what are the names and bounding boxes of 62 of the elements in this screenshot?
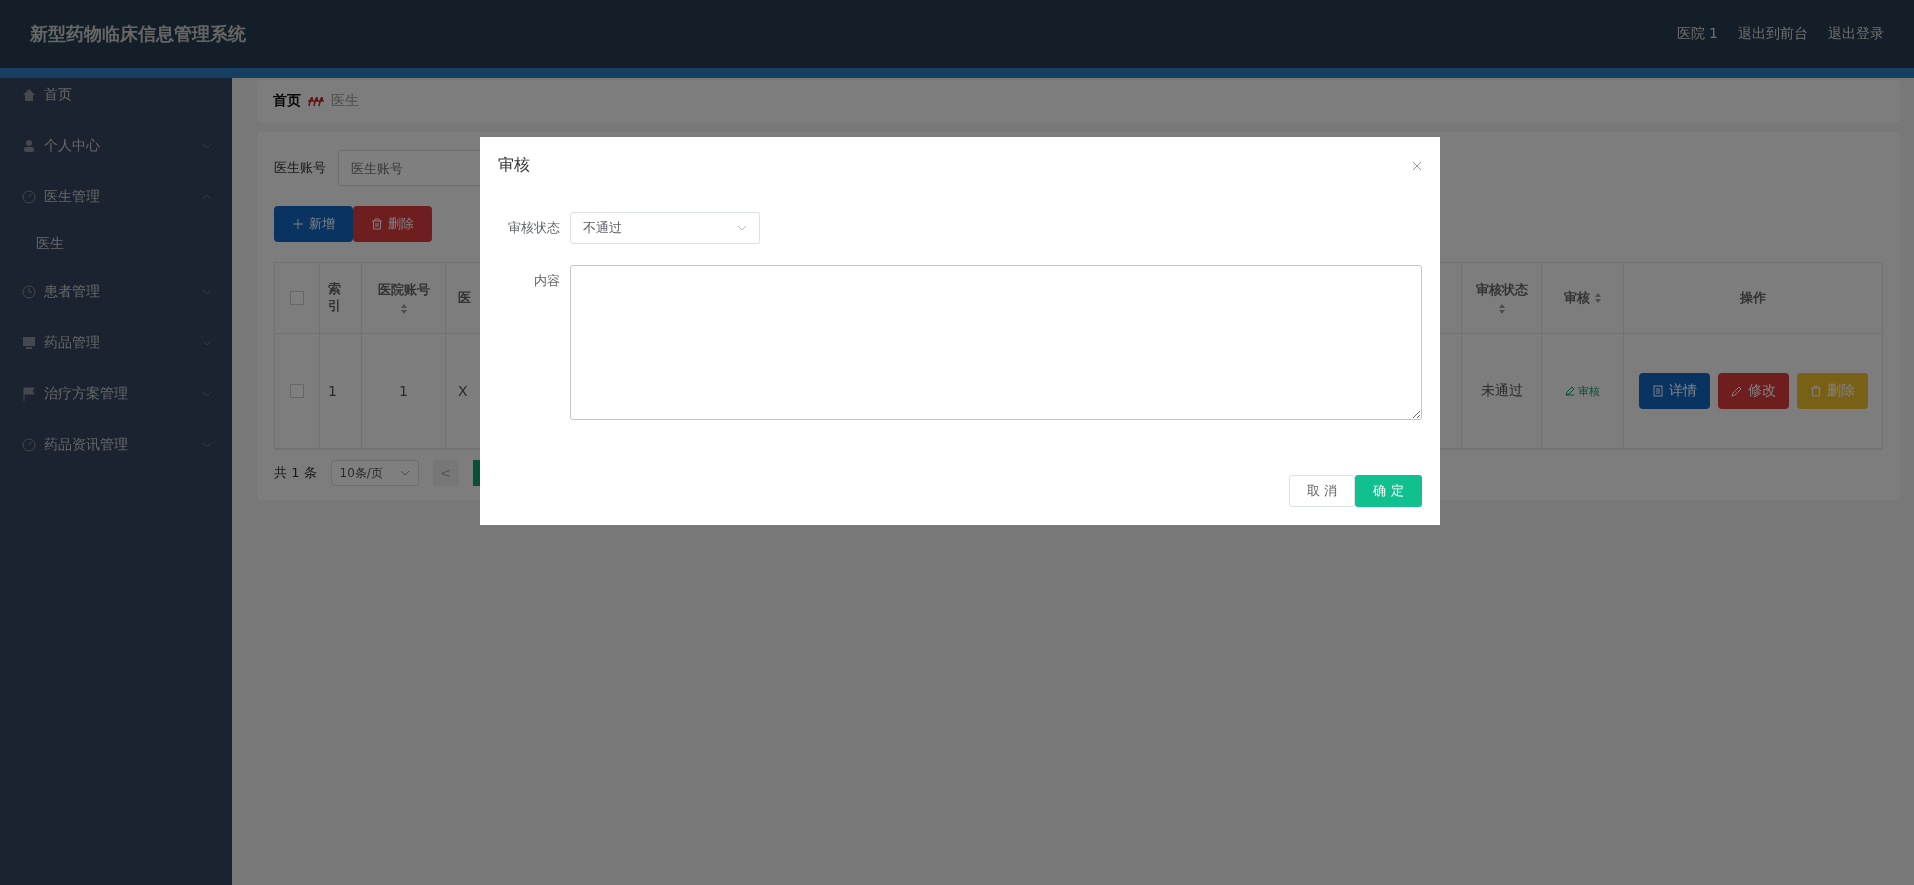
field-label: 审核状态 [507,219,560,237]
column-header: 索引 [328,281,342,315]
details-button[interactable]: 详情 [1638,373,1710,409]
user-icon [22,138,36,153]
clock-icon [22,284,36,299]
table-cell: 1 [399,383,408,399]
confirm-button[interactable]: 确 定 [1355,475,1422,507]
sidebar-subitem[interactable]: 医生 [0,222,232,266]
header-link[interactable]: 退出登录 [1828,25,1884,43]
sidebar-item[interactable]: 患者管理 [0,266,232,317]
trash-icon [1809,385,1822,397]
header-link[interactable]: 退出到前台 [1738,25,1808,43]
sidebar-item[interactable]: 首页 [0,69,232,120]
sidebar-item[interactable]: 个人中心 [0,120,232,171]
delete-button[interactable]: 删除 [353,206,432,242]
edit-button[interactable]: 修改 [1717,373,1789,409]
select-all-checkbox[interactable] [290,291,304,305]
chevron-down-icon [399,470,410,476]
monitor-icon [22,335,36,350]
column-header: 医 [458,289,471,307]
app-title: 新型药物临床信息管理系统 [30,22,246,46]
document-icon [1651,385,1664,397]
column-header: 审核状态 [1475,281,1528,299]
column-header: 审核 [1563,289,1590,307]
squiggle-icon [307,94,325,108]
status-select[interactable]: 不通过 [570,212,760,244]
pencil-icon [1730,385,1743,397]
plus-icon [292,218,304,230]
close-icon[interactable] [1412,160,1422,171]
header-link[interactable]: 医院 1 [1676,25,1718,43]
add-button[interactable]: 新增 [274,206,353,242]
column-header: 操作 [1740,289,1766,307]
cancel-button[interactable]: 取 消 [1289,475,1355,507]
table-cell: X [458,383,468,399]
sidebar-item[interactable]: 治疗方案管理 [0,368,232,419]
sidebar-item[interactable]: 药品管理 [0,317,232,368]
field-label: 内容 [533,272,560,290]
previous-page-button[interactable]: < [432,460,459,486]
sort-icon[interactable] [1497,303,1506,315]
delete-button[interactable]: 删除 [1796,373,1868,409]
sidebar-item[interactable]: 医生管理 [0,171,232,222]
sidebar-item[interactable]: 药品资讯管理 [0,419,232,470]
gauge-icon [22,437,36,452]
review-link[interactable]: 审核 [1565,383,1600,399]
row-checkbox[interactable] [290,384,304,398]
search-label: 医生账号 [274,159,326,177]
home-icon [22,87,36,102]
column-header: 医院账号 [377,281,430,299]
sort-icon[interactable] [1593,292,1602,304]
chevron-down-icon [737,225,747,231]
page-size-select[interactable]: 10条/页 [330,460,419,486]
content-field[interactable] [570,265,1422,420]
dialog-title: 审核 [498,155,530,176]
pencil-icon [1565,386,1575,396]
sort-icon[interactable] [399,303,408,315]
table-cell: 1 [328,383,337,399]
table-cell: 未通过 [1480,382,1523,400]
trash-icon [371,218,383,230]
total-count: 共 1 条 [274,464,317,482]
breadcrumb-link[interactable]: 首页 [273,92,301,110]
flag-icon [22,386,36,401]
gauge-icon [22,189,36,204]
